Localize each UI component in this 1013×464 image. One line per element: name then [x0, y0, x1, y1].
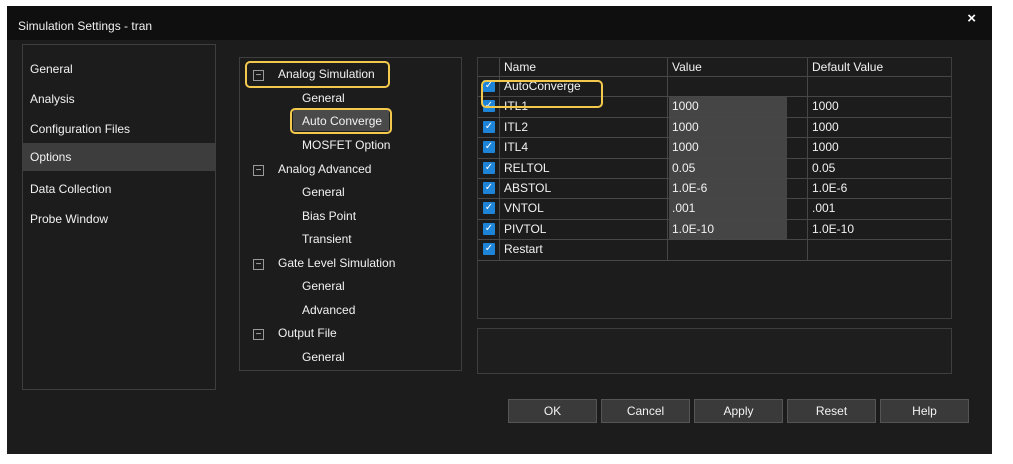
cancel-button[interactable]: Cancel — [601, 399, 690, 423]
category-nav: General Analysis Configuration Files Opt… — [22, 44, 216, 390]
close-icon[interactable]: × — [967, 10, 976, 27]
row-name: ITL2 — [504, 119, 529, 134]
column-header[interactable]: Default Value — [808, 58, 951, 76]
nav-item-data-collection[interactable]: Data Collection — [23, 175, 215, 203]
row-value[interactable]: 1000 — [668, 117, 808, 137]
row-default-value: .001 — [812, 201, 836, 216]
row-checkbox[interactable]: ✓ — [483, 161, 495, 174]
collapse-icon[interactable]: − — [253, 70, 264, 81]
tree-item-advanced[interactable]: Advanced — [302, 300, 355, 320]
window-title: Simulation Settings - tran — [18, 19, 153, 33]
row-name: ITL4 — [504, 140, 529, 155]
row-divider — [478, 218, 951, 220]
row-checkbox[interactable]: ✓ — [483, 243, 495, 256]
row-value[interactable]: .001 — [668, 198, 808, 218]
row-default-value: 1.0E-6 — [812, 181, 848, 195]
tree-item-bias-point[interactable]: Bias Point — [302, 206, 356, 226]
nav-item-configuration-files[interactable]: Configuration Files — [23, 115, 215, 143]
row-default-value: 1.0E-10 — [812, 221, 855, 236]
tree-item-general[interactable]: General — [302, 88, 345, 108]
reset-button[interactable]: Reset — [787, 399, 876, 423]
row-value[interactable]: 0.05 — [668, 158, 808, 178]
help-button[interactable]: Help — [880, 399, 969, 423]
row-value[interactable] — [668, 76, 808, 96]
tree-item-transient[interactable]: Transient — [302, 229, 352, 249]
row-value[interactable]: 1000 — [668, 137, 808, 157]
row-default-value: 0.05 — [812, 160, 836, 175]
tree-item-mosfet-option[interactable]: MOSFET Option — [302, 135, 390, 155]
row-value[interactable]: 1.0E-6 — [668, 178, 808, 198]
description-box — [477, 328, 952, 374]
row-checkbox[interactable]: ✓ — [483, 120, 495, 133]
row-divider — [478, 137, 951, 139]
row-divider — [478, 76, 951, 77]
tree-item-general[interactable]: General — [302, 276, 345, 296]
column-divider — [667, 58, 668, 260]
row-divider — [478, 178, 951, 179]
row-checkbox[interactable]: ✓ — [483, 222, 495, 235]
row-divider — [478, 239, 951, 241]
row-divider — [478, 198, 951, 200]
tree-group-analog-simulation[interactable]: Analog Simulation — [278, 64, 375, 84]
row-divider — [478, 157, 951, 159]
row-name: PIVTOL — [504, 221, 547, 236]
row-checkbox[interactable]: ✓ — [483, 202, 495, 215]
column-header[interactable]: Name — [500, 58, 668, 76]
nav-item-general[interactable]: General — [23, 55, 215, 83]
row-value[interactable]: 1.0E-10 — [668, 219, 808, 239]
collapse-icon[interactable]: − — [253, 329, 264, 340]
row-default-value: 1000 — [812, 119, 839, 134]
row-default-value: 1000 — [812, 140, 839, 155]
autoconverge-row-highlight — [481, 80, 603, 108]
collapse-icon[interactable]: − — [253, 259, 264, 270]
row-checkbox[interactable]: ✓ — [483, 141, 495, 154]
apply-button[interactable]: Apply — [694, 399, 783, 423]
row-default-value — [808, 76, 951, 96]
row-divider — [478, 116, 951, 118]
row-default-value: 1000 — [812, 99, 839, 114]
row-name: VNTOL — [504, 201, 544, 216]
row-name: RELTOL — [504, 160, 550, 175]
row-value[interactable] — [668, 239, 808, 259]
tree-item-general[interactable]: General — [302, 182, 345, 202]
tree-group-analog-advanced[interactable]: Analog Advanced — [278, 159, 371, 179]
ok-button[interactable]: OK — [508, 399, 597, 423]
row-default-value — [808, 239, 951, 259]
row-name: Restart — [504, 242, 543, 257]
column-header[interactable]: Value — [668, 58, 808, 76]
nav-item-analysis[interactable]: Analysis — [23, 85, 215, 113]
row-name: ABSTOL — [504, 181, 552, 195]
row-checkbox[interactable]: ✓ — [483, 182, 495, 194]
tree-item-auto-converge[interactable]: Auto Converge — [302, 111, 382, 131]
collapse-icon[interactable]: − — [253, 165, 264, 176]
tree-group-output-file[interactable]: Output File — [278, 323, 337, 343]
nav-item-options[interactable]: Options — [23, 143, 215, 171]
nav-item-probe-window[interactable]: Probe Window — [23, 205, 215, 233]
row-divider — [478, 259, 951, 261]
tree-group-gate-level-simulation[interactable]: Gate Level Simulation — [278, 253, 395, 273]
title-bar: Simulation Settings - tran × — [7, 6, 992, 40]
tree-item-general[interactable]: General — [302, 347, 345, 367]
column-divider — [807, 58, 808, 260]
row-value[interactable]: 1000 — [668, 96, 808, 116]
